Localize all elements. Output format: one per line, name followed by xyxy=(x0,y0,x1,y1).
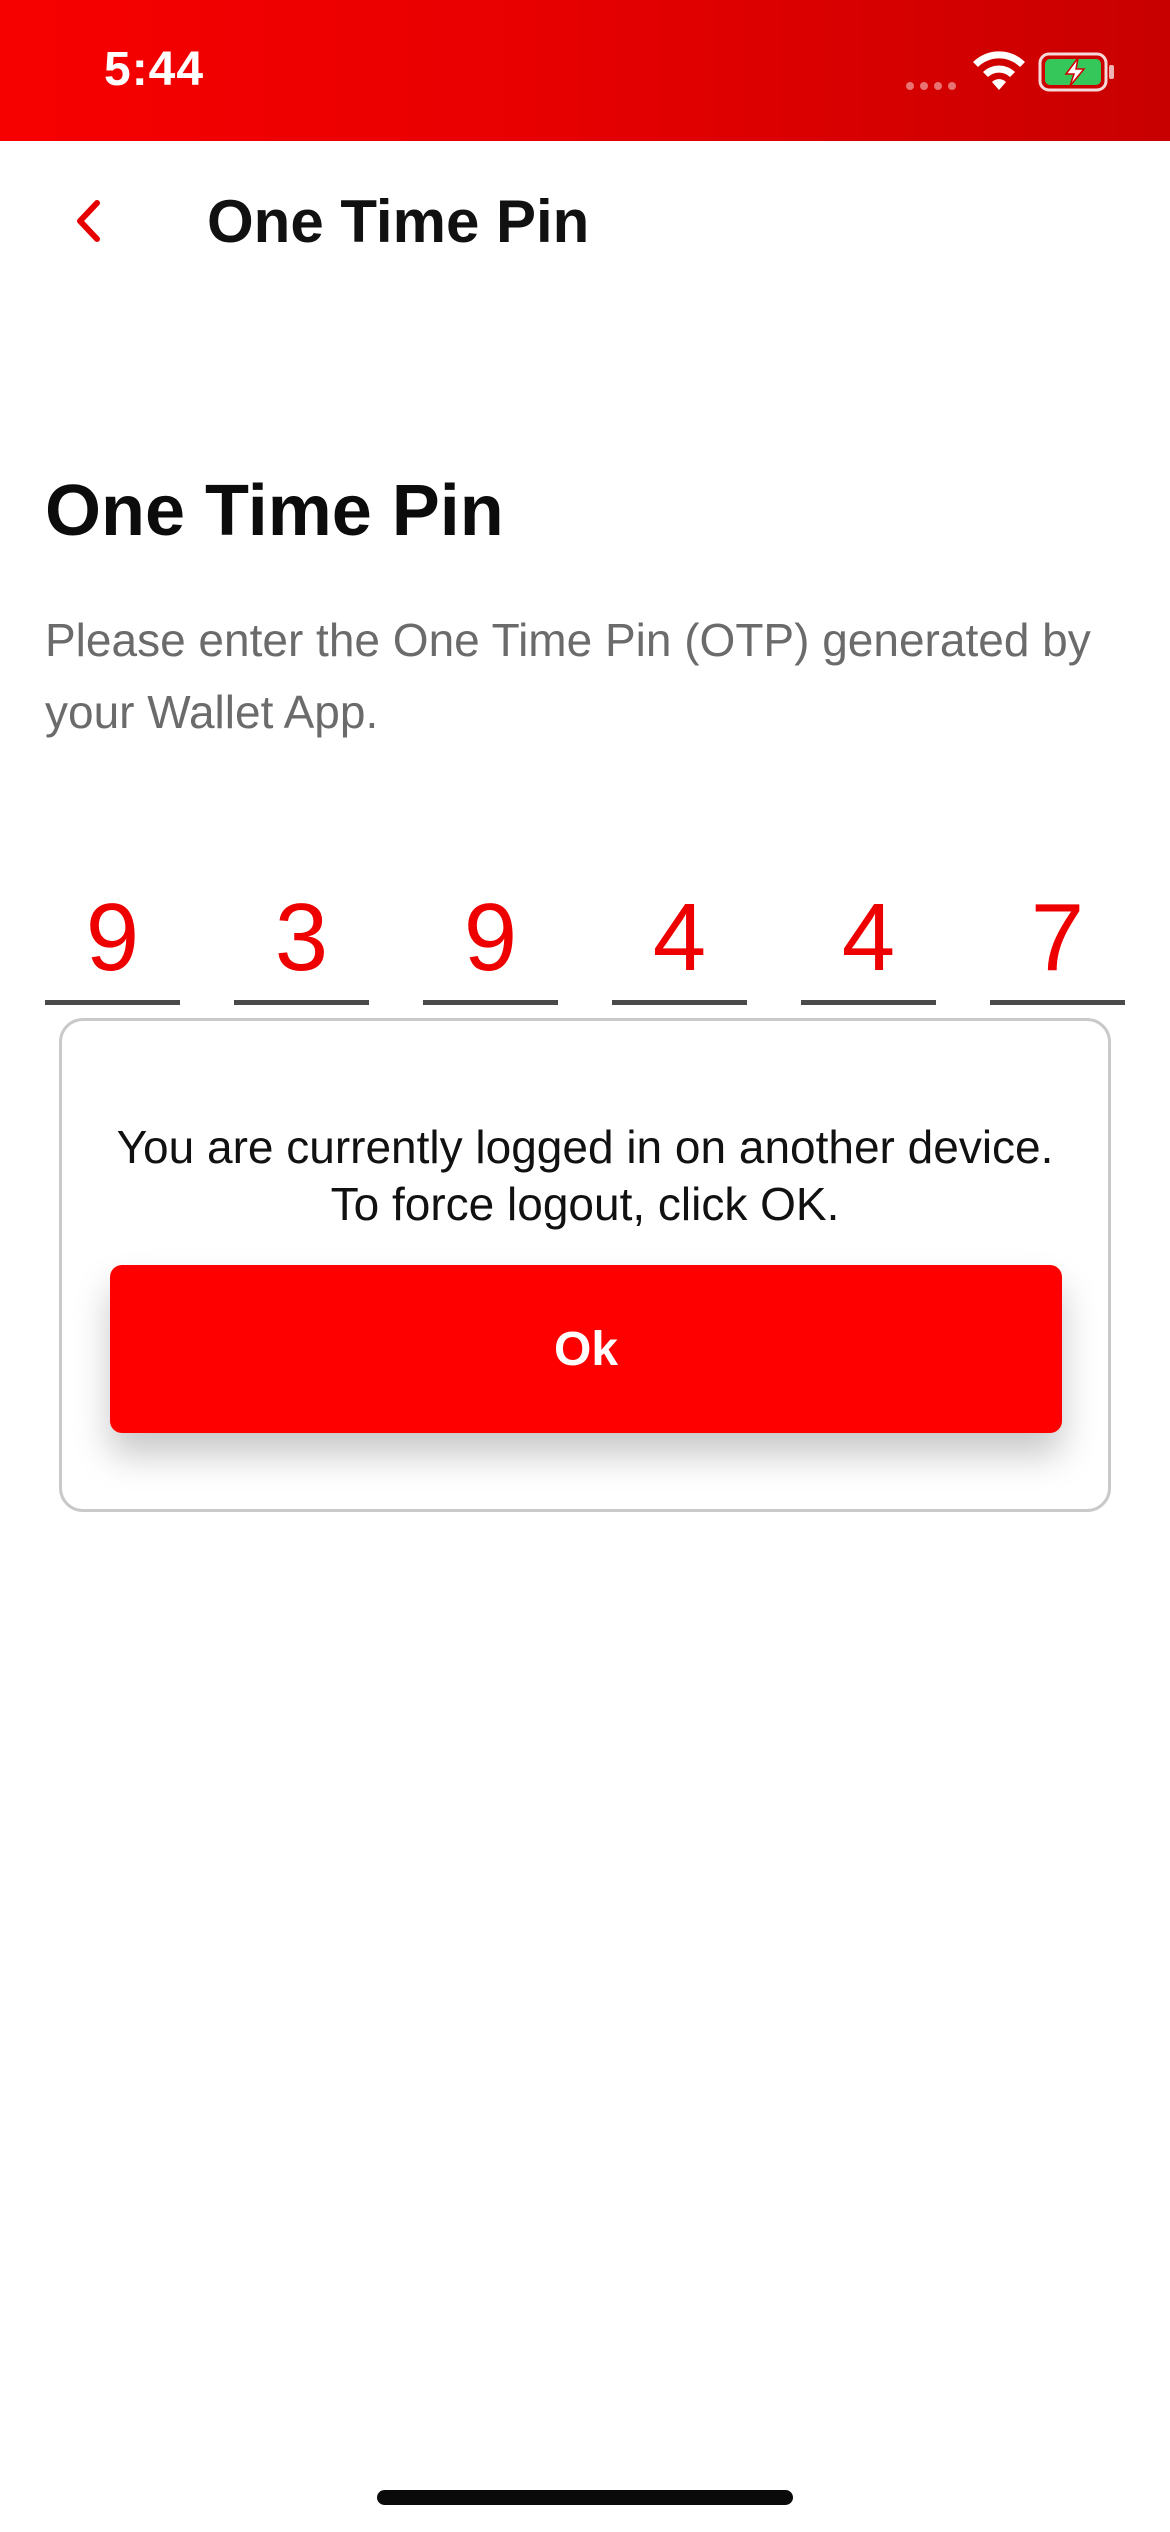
dialog-message: You are currently logged in on another d… xyxy=(116,1121,1054,1230)
page-description: Please enter the One Time Pin (OTP) gene… xyxy=(45,614,1091,738)
chevron-left-icon xyxy=(77,200,100,242)
page-heading: One Time Pin xyxy=(45,471,504,551)
otp-digit-4[interactable]: 4 xyxy=(612,880,747,1005)
home-indicator[interactable] xyxy=(377,2490,793,2505)
otp-digit-1[interactable]: 9 xyxy=(45,880,180,1005)
navigation-bar: One Time Pin xyxy=(0,141,1170,311)
ok-button[interactable]: Ok xyxy=(110,1265,1062,1433)
otp-digit-6[interactable]: 7 xyxy=(990,880,1125,1005)
otp-digit-2[interactable]: 3 xyxy=(234,880,369,1005)
logout-dialog: You are currently logged in on another d… xyxy=(59,1018,1111,1512)
otp-digit-5[interactable]: 4 xyxy=(801,880,936,1005)
status-time: 5:44 xyxy=(104,43,205,96)
status-bar: 5:44 xyxy=(0,0,1170,141)
wifi-icon xyxy=(973,51,1025,90)
cellular-signal-icon xyxy=(906,82,956,90)
otp-input-group: 9 3 9 4 4 7 xyxy=(45,880,1125,1005)
back-button[interactable] xyxy=(60,183,120,259)
otp-digit-3[interactable]: 9 xyxy=(423,880,558,1005)
battery-charging-icon xyxy=(1038,52,1114,92)
nav-title: One Time Pin xyxy=(207,188,590,255)
